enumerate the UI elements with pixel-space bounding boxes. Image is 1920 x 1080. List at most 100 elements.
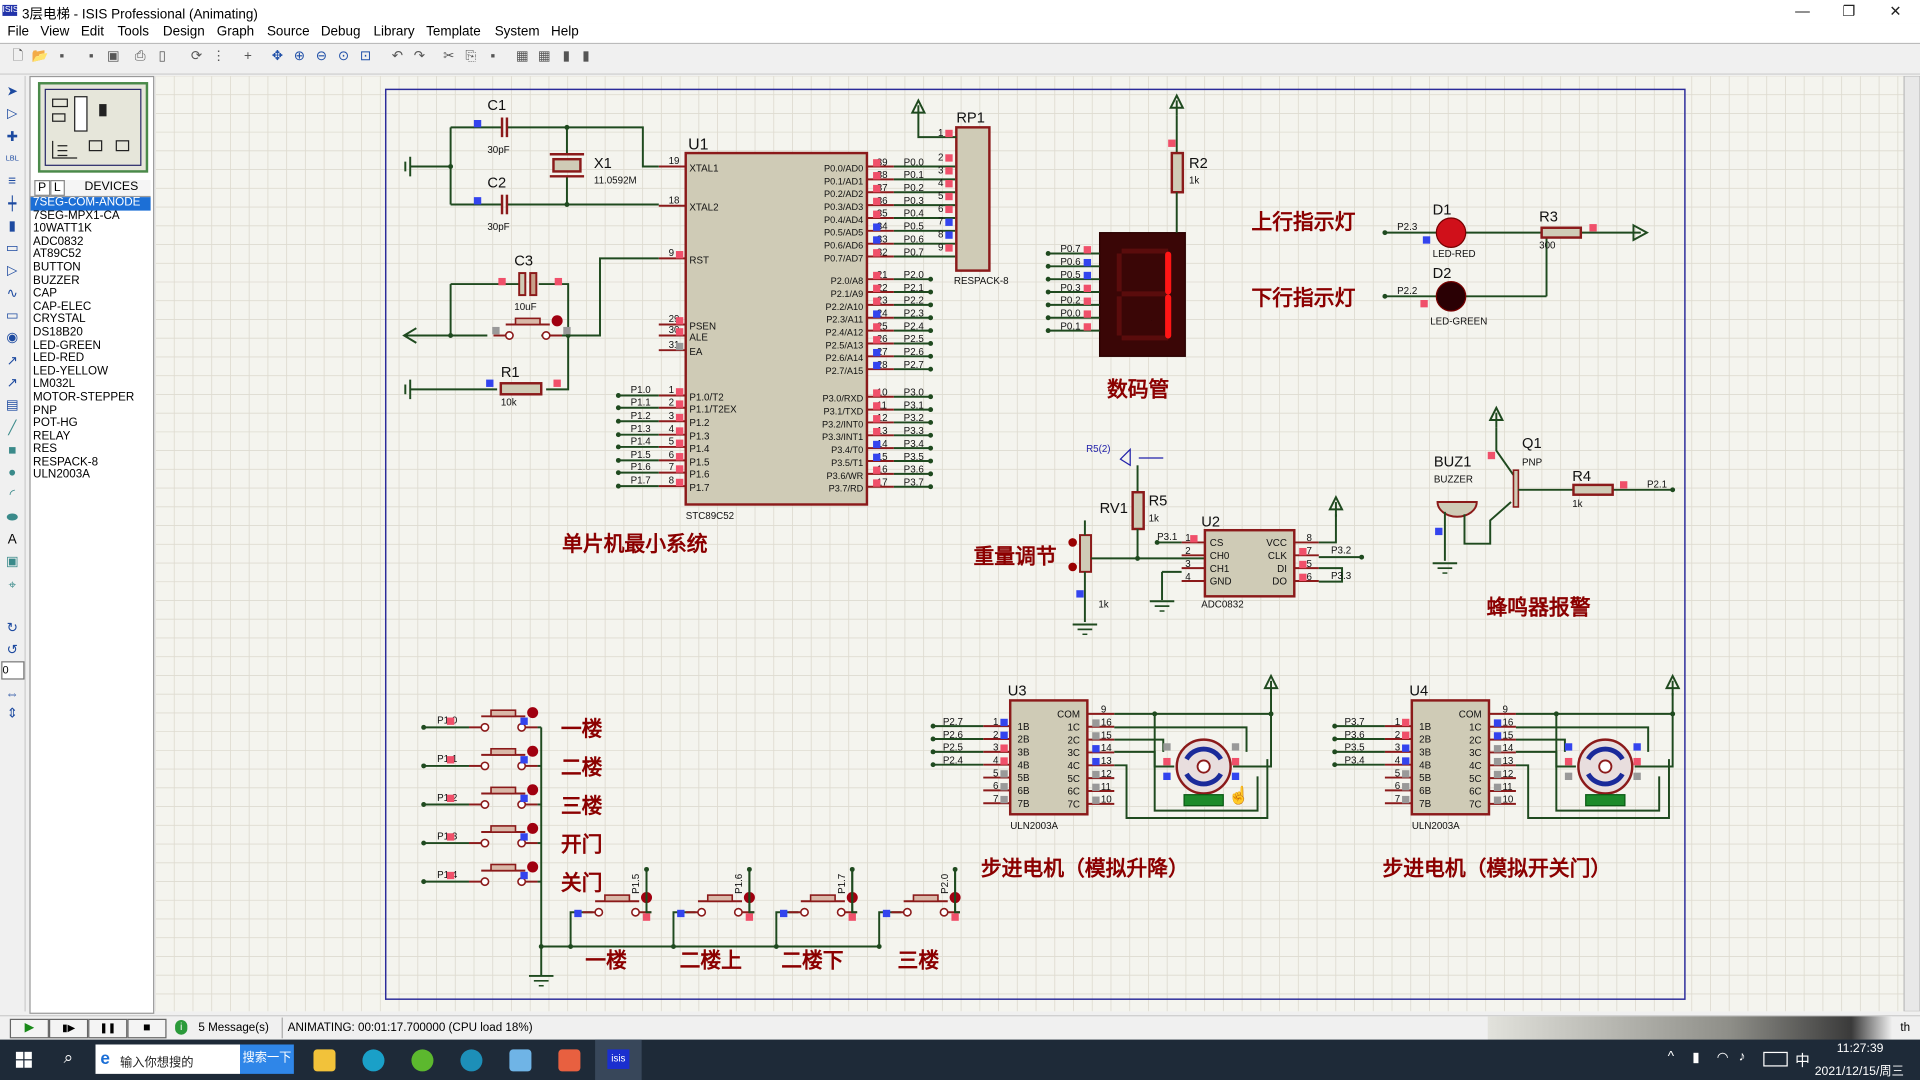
pick-devices-button[interactable]: P <box>34 180 50 196</box>
block-move-icon[interactable]: ▦ <box>536 49 552 65</box>
cut-icon[interactable]: ✂ <box>441 49 457 65</box>
device-pins-icon[interactable]: ▷ <box>4 263 21 280</box>
print-setup-icon[interactable]: ▯ <box>154 49 170 65</box>
tape-recorder-icon[interactable]: ▭ <box>4 307 21 324</box>
voltage-probe-icon[interactable]: ↗ <box>4 352 21 369</box>
close-button[interactable]: ✕ <box>1873 0 1917 23</box>
block-rotate-icon[interactable]: ▮ <box>558 49 574 65</box>
subcircuit-icon[interactable]: ▮ <box>4 218 21 235</box>
menu-template[interactable]: Template <box>426 24 481 39</box>
marker-icon[interactable]: ⌖ <box>4 576 21 593</box>
isis-taskbar-button[interactable]: isis <box>595 1039 642 1080</box>
search-go-button[interactable]: 搜索一下 <box>240 1044 294 1074</box>
ime-indicator[interactable]: 中 <box>1795 1049 1810 1070</box>
messages-count[interactable]: 5 Message(s) <box>198 1021 268 1034</box>
clock-date[interactable]: 2021/12/15/周三 <box>1815 1060 1904 1078</box>
rotate-cw-button[interactable]: ↻ <box>4 620 21 637</box>
menu-edit[interactable]: Edit <box>81 24 104 39</box>
volume-icon[interactable]: ♪ <box>1739 1049 1746 1064</box>
taskbar-search-box[interactable]: e 输入你想搜的 <box>95 1044 241 1074</box>
component-mode-icon[interactable]: ▷ <box>4 106 21 123</box>
block-copy-icon[interactable]: ▦ <box>514 49 530 65</box>
graph-icon[interactable]: ∿ <box>4 285 21 302</box>
menu-system[interactable]: System <box>495 24 540 39</box>
edge-icon[interactable] <box>362 1049 385 1072</box>
buses-icon[interactable]: ┿ <box>4 195 21 212</box>
refresh-icon[interactable]: ⟳ <box>189 49 205 65</box>
terminals-icon[interactable]: ▭ <box>4 240 21 257</box>
save-icon[interactable]: ▪ <box>54 49 70 65</box>
menu-view[interactable]: View <box>40 24 69 39</box>
box-icon[interactable]: ■ <box>4 442 21 459</box>
step-button[interactable]: ▮▶ <box>48 1018 89 1039</box>
selection-mode-icon[interactable]: ➤ <box>4 83 21 100</box>
clock-time[interactable]: 11:27:39 <box>1837 1042 1884 1055</box>
play-button[interactable]: ▶ <box>9 1018 49 1039</box>
undo-icon[interactable]: ↶ <box>389 49 405 65</box>
menu-design[interactable]: Design <box>163 24 205 39</box>
app-icon-6[interactable] <box>509 1049 532 1072</box>
new-file-icon[interactable]: 🗋 <box>10 49 26 65</box>
zoom-out-icon[interactable]: ⊖ <box>313 49 329 65</box>
wifi-icon[interactable]: ◠ <box>1717 1049 1729 1066</box>
device-list-item[interactable]: ULN2003A <box>31 469 151 483</box>
zoom-all-icon[interactable]: ⊙ <box>336 49 352 65</box>
stop-button[interactable]: ■ <box>127 1018 167 1039</box>
paste-icon[interactable]: ▪ <box>485 49 501 65</box>
print-icon[interactable]: ⎙ <box>132 49 148 65</box>
app-icon-7[interactable] <box>558 1049 581 1072</box>
redo-icon[interactable]: ↷ <box>411 49 427 65</box>
menu-file[interactable]: File <box>7 24 29 39</box>
restore-button[interactable]: ❐ <box>1827 0 1871 23</box>
device-list-item[interactable]: 7SEG-COM-ANODE <box>30 196 151 211</box>
start-button[interactable] <box>15 1051 32 1068</box>
device-list-item[interactable]: BUTTON <box>31 261 151 275</box>
generator-icon[interactable]: ◉ <box>4 330 21 347</box>
mirror-horizontal-button[interactable]: ⇔ <box>4 686 21 703</box>
app-icon-5[interactable] <box>460 1049 483 1072</box>
device-list-item[interactable]: CAP <box>31 287 151 301</box>
copy-icon[interactable]: ⎘ <box>463 49 479 65</box>
pause-button[interactable]: ❚❚ <box>88 1018 128 1039</box>
import-icon[interactable]: ▪ <box>83 49 99 65</box>
path-icon[interactable]: ⬬ <box>4 509 21 526</box>
mirror-vertical-button[interactable]: ⇕ <box>4 705 21 722</box>
minimize-button[interactable]: — <box>1780 0 1824 23</box>
menu-tools[interactable]: Tools <box>118 24 149 39</box>
arc-icon[interactable]: ◜ <box>4 487 21 504</box>
microphone-icon[interactable]: ▮ <box>1692 1049 1699 1066</box>
rotate-ccw-button[interactable]: ↺ <box>4 642 21 659</box>
wire-label-icon[interactable]: LBL <box>4 150 21 167</box>
device-list-item[interactable]: LED-RED <box>31 352 151 366</box>
virtual-instruments-icon[interactable]: ▤ <box>4 397 21 414</box>
keyboard-icon[interactable] <box>1763 1051 1788 1067</box>
device-list-item[interactable]: POT-HG <box>31 417 151 431</box>
menu-library[interactable]: Library <box>373 24 414 39</box>
menu-graph[interactable]: Graph <box>217 24 254 39</box>
menu-source[interactable]: Source <box>267 24 310 39</box>
export-icon[interactable]: ▣ <box>105 49 121 65</box>
tray-expand-icon[interactable]: ^ <box>1668 1049 1674 1064</box>
menu-debug[interactable]: Debug <box>321 24 361 39</box>
open-file-icon[interactable]: 📂 <box>32 49 49 65</box>
origin-icon[interactable]: + <box>240 49 256 65</box>
library-manager-button[interactable]: L <box>50 180 65 196</box>
current-probe-icon[interactable]: ↗ <box>4 375 21 392</box>
text-icon[interactable]: A <box>4 531 21 548</box>
symbol-icon[interactable]: ▣ <box>4 554 21 571</box>
circle-icon[interactable]: ● <box>4 464 21 481</box>
zoom-area-icon[interactable]: ⊡ <box>358 49 374 65</box>
search-icon[interactable]: ⌕ <box>64 1047 74 1068</box>
menu-help[interactable]: Help <box>551 24 579 39</box>
text-script-icon[interactable]: ≡ <box>4 173 21 190</box>
device-list-item[interactable]: DS18B20 <box>31 326 151 340</box>
rotation-angle-field[interactable]: 0 <box>1 661 25 680</box>
junction-dot-icon[interactable]: ✚ <box>4 128 21 145</box>
device-list-item[interactable]: MOTOR-STEPPER <box>31 391 151 405</box>
browser-360-icon[interactable] <box>411 1049 434 1072</box>
line-icon[interactable]: ╱ <box>4 419 21 436</box>
zoom-in-icon[interactable]: ⊕ <box>291 49 307 65</box>
grid-icon[interactable]: ⋮ <box>211 49 227 65</box>
pan-icon[interactable]: ✥ <box>269 49 285 65</box>
overview-window[interactable] <box>37 82 149 173</box>
